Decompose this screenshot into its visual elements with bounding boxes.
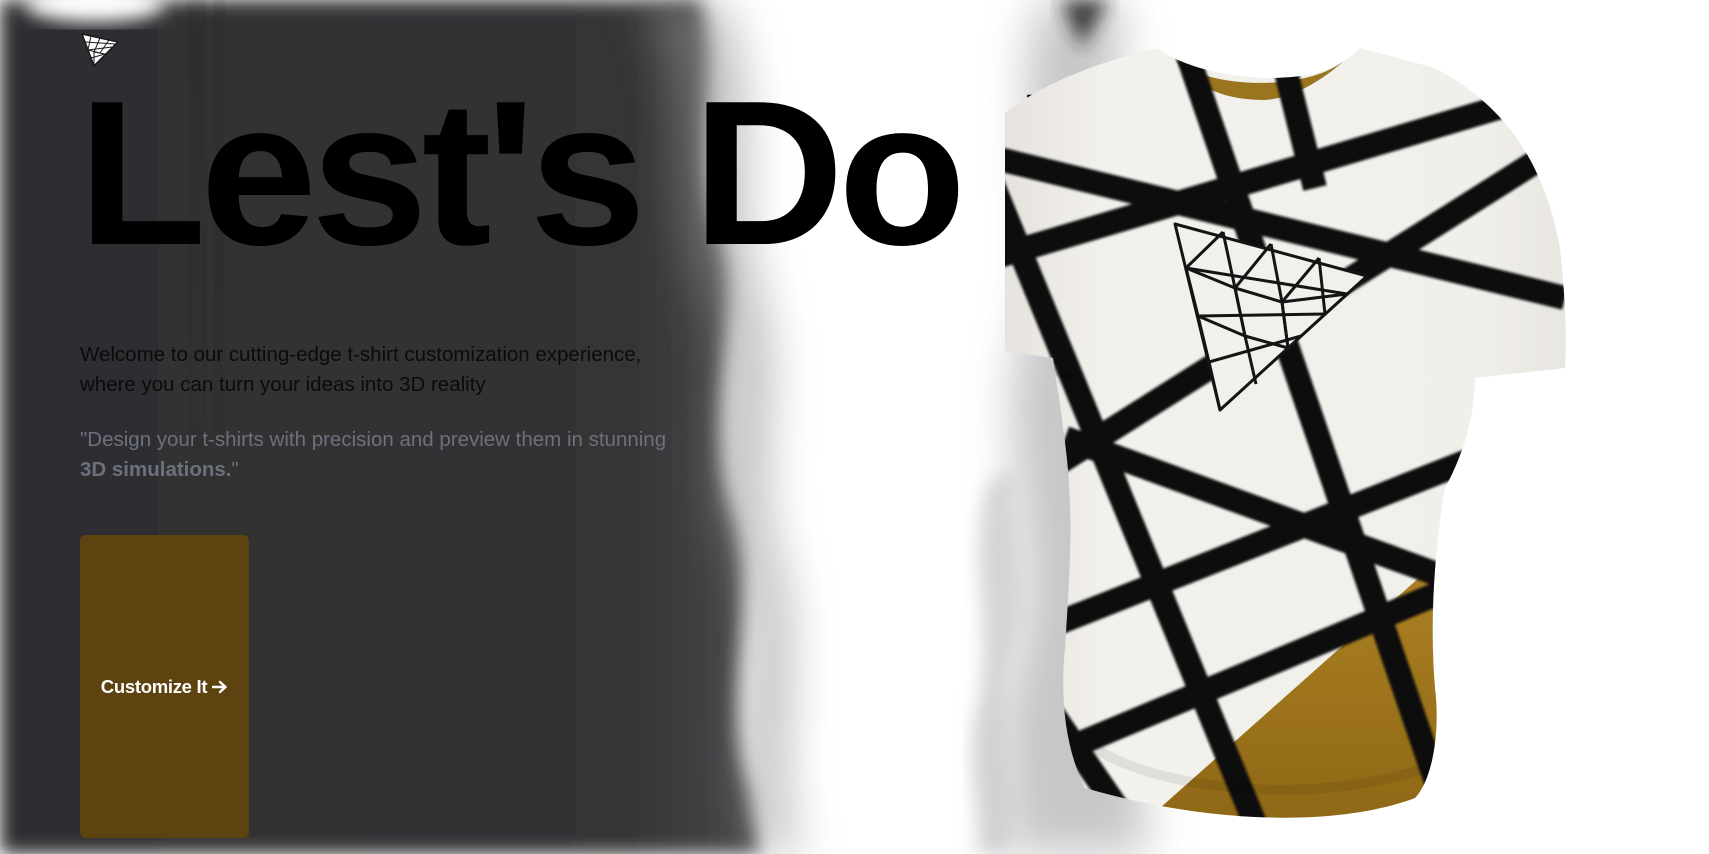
arrow-right-icon [212,680,227,693]
tshirt-3d-preview[interactable] [1005,48,1709,848]
quote-emphasis: 3D simulations. [80,458,232,481]
hero-page: Lest's Do it Welcome to our cutting-edge… [0,0,1709,854]
intro-text: Welcome to our cutting-edge t-shirt cust… [80,343,642,396]
hero-headline: Lest's Do it [78,58,1135,288]
tagline-quote: "Design your t-shirts with precision and… [80,425,680,485]
quote-text: "Design your t-shirts with precision and… [80,428,667,451]
customize-it-button[interactable]: Customize It [80,535,249,838]
cta-label: Customize It [100,675,208,697]
quote-close: " [231,458,239,481]
